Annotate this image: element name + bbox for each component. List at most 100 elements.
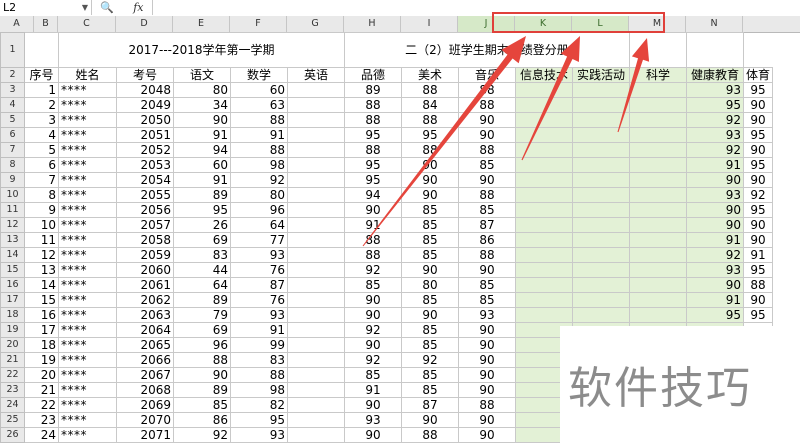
cell-name[interactable]: **** (58, 232, 117, 248)
cell-math[interactable]: 91 (230, 322, 288, 338)
cell-moral[interactable]: 89 (344, 82, 402, 98)
empty-cell[interactable] (515, 292, 573, 308)
cell-name[interactable]: **** (58, 262, 117, 278)
cell-chinese[interactable]: 44 (173, 262, 231, 278)
cell-name[interactable]: **** (58, 112, 117, 128)
row-number[interactable]: 12 (0, 217, 25, 233)
cell-art[interactable]: 90 (401, 172, 459, 188)
cell-name[interactable]: **** (58, 247, 117, 263)
cell-id[interactable]: 2055 (116, 187, 174, 203)
cell-seq[interactable]: 18 (24, 337, 59, 353)
column-label-cell[interactable]: 品德 (344, 67, 402, 83)
cell-id[interactable]: 2057 (116, 217, 174, 233)
empty-cell[interactable] (572, 292, 630, 308)
cell-music[interactable]: 88 (458, 97, 516, 113)
cell-english[interactable] (287, 277, 345, 293)
cell-music[interactable]: 88 (458, 82, 516, 98)
row-number[interactable]: 5 (0, 112, 25, 128)
cell-seq[interactable]: 13 (24, 262, 59, 278)
empty-cell[interactable] (572, 277, 630, 293)
cell-art[interactable]: 90 (401, 157, 459, 173)
cell-math[interactable]: 93 (230, 247, 288, 263)
cell-id[interactable]: 2049 (116, 97, 174, 113)
empty-cell[interactable] (515, 217, 573, 233)
cell-name[interactable]: **** (58, 127, 117, 143)
cell-health[interactable]: 90 (686, 172, 744, 188)
cell-pe[interactable]: 95 (742, 82, 774, 98)
cell-music[interactable]: 90 (458, 112, 516, 128)
empty-cell[interactable] (629, 157, 687, 173)
cell-health[interactable]: 90 (686, 277, 744, 293)
empty-cell[interactable] (572, 172, 630, 188)
cell-seq[interactable]: 9 (24, 202, 59, 218)
cell-math[interactable]: 76 (230, 292, 288, 308)
cell-chinese[interactable]: 89 (173, 292, 231, 308)
column-label-cell[interactable]: 实践活动 (572, 67, 630, 83)
cell-moral[interactable]: 92 (344, 262, 402, 278)
cell-chinese[interactable]: 60 (173, 157, 231, 173)
column-label-cell[interactable]: 考号 (116, 67, 174, 83)
row-number[interactable]: 11 (0, 202, 25, 218)
cell-moral[interactable]: 88 (344, 112, 402, 128)
cell-health[interactable]: 95 (686, 97, 744, 113)
cell-pe[interactable]: 88 (742, 277, 774, 293)
cell-pe[interactable]: 92 (742, 187, 774, 203)
column-label-cell[interactable]: 体育 (742, 67, 774, 83)
cell-math[interactable]: 63 (230, 97, 288, 113)
cell-id[interactable]: 2071 (116, 427, 174, 443)
cell-music[interactable]: 85 (458, 157, 516, 173)
cell-english[interactable] (287, 412, 345, 428)
cell-math[interactable]: 98 (230, 157, 288, 173)
empty-cell[interactable] (629, 292, 687, 308)
row-number[interactable]: 9 (0, 172, 25, 188)
cell-art[interactable]: 85 (401, 232, 459, 248)
cell-art[interactable]: 85 (401, 382, 459, 398)
cell-name[interactable]: **** (58, 397, 117, 413)
cell-name[interactable]: **** (58, 187, 117, 203)
cell-seq[interactable]: 6 (24, 157, 59, 173)
cell-seq[interactable]: 4 (24, 127, 59, 143)
cell-name[interactable]: **** (58, 337, 117, 353)
cell-name[interactable]: **** (58, 322, 117, 338)
cell-moral[interactable]: 94 (344, 187, 402, 203)
cell-math[interactable]: 98 (230, 382, 288, 398)
cell-seq[interactable]: 5 (24, 142, 59, 158)
cell-pe[interactable]: 91 (742, 247, 774, 263)
cell-english[interactable] (287, 142, 345, 158)
cell-seq[interactable]: 3 (24, 112, 59, 128)
cell-seq[interactable]: 16 (24, 307, 59, 323)
row-number[interactable]: 3 (0, 82, 25, 98)
row-number[interactable]: 1 (0, 32, 25, 68)
cell-health[interactable]: 90 (686, 202, 744, 218)
cell-english[interactable] (287, 82, 345, 98)
column-label-cell[interactable]: 信息技术 (515, 67, 573, 83)
cell-pe[interactable]: 90 (742, 112, 774, 128)
empty-cell[interactable] (629, 307, 687, 323)
cell-id[interactable]: 2063 (116, 307, 174, 323)
cell-art[interactable]: 84 (401, 97, 459, 113)
cell-id[interactable]: 2069 (116, 397, 174, 413)
sheet-title-right[interactable]: 二（2）班学生期末成绩登分册 (344, 32, 630, 68)
cell-id[interactable]: 2064 (116, 322, 174, 338)
empty-cell[interactable] (515, 232, 573, 248)
column-label-cell[interactable]: 音乐 (458, 67, 516, 83)
cell-chinese[interactable]: 94 (173, 142, 231, 158)
row-number[interactable]: 24 (0, 397, 25, 413)
cell-english[interactable] (287, 97, 345, 113)
cell-math[interactable]: 88 (230, 112, 288, 128)
row-number[interactable]: 23 (0, 382, 25, 398)
cell-seq[interactable]: 12 (24, 247, 59, 263)
cell-chinese[interactable]: 95 (173, 202, 231, 218)
cell-name[interactable]: **** (58, 427, 117, 443)
cell-name[interactable]: **** (58, 142, 117, 158)
cell-math[interactable]: 93 (230, 427, 288, 443)
column-header-n[interactable]: N (686, 16, 743, 32)
cell-music[interactable]: 85 (458, 292, 516, 308)
cell-chinese[interactable]: 96 (173, 337, 231, 353)
cell-id[interactable]: 2060 (116, 262, 174, 278)
cell-chinese[interactable]: 91 (173, 172, 231, 188)
cell-health[interactable]: 93 (686, 127, 744, 143)
cell-english[interactable] (287, 382, 345, 398)
row-number[interactable]: 21 (0, 352, 25, 368)
cell-seq[interactable]: 20 (24, 367, 59, 383)
